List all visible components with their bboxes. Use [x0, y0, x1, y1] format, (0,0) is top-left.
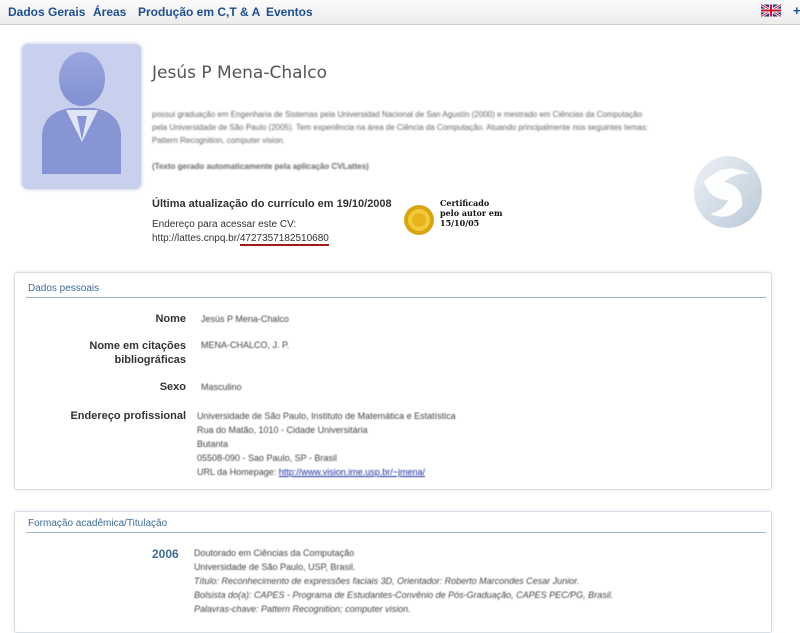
certificate-line: Certificado	[440, 198, 490, 208]
field-value-sexo: Masculino	[201, 382, 242, 392]
lattes-logo-icon	[694, 156, 762, 228]
nav-eventos[interactable]: Eventos	[266, 5, 313, 19]
nav-dados-gerais[interactable]: Dados Gerais	[8, 5, 85, 19]
summary-note: (Texto gerado automaticamente pela aplic…	[152, 162, 369, 171]
avatar-placeholder-icon	[42, 52, 121, 174]
field-label-endereco: Endereço profissional	[70, 410, 186, 422]
education-keywords: Palavras-chave: Pattern Recognition; com…	[194, 604, 411, 614]
address-line: 05508-090 - Sao Paulo, SP - Brasil	[197, 453, 337, 463]
address-line: Butanta	[197, 439, 229, 449]
profile-name: Jesús P Mena-Chalco	[152, 63, 328, 83]
certificate-line: 15/10/05	[440, 218, 480, 228]
avatar	[22, 44, 141, 189]
nav-areas[interactable]: Áreas	[93, 5, 126, 19]
field-value-nome: Jesús P Mena-Chalco	[201, 314, 289, 324]
field-label-citacoes: Nome em citações bibliográficas	[89, 340, 186, 366]
panel-divider	[26, 297, 766, 298]
education-year: 2006	[152, 547, 179, 561]
certificate-text: Certificado pelo autor em 15/10/05	[440, 198, 502, 228]
personal-data-title: Dados pessoais	[28, 283, 100, 294]
homepage-row: URL da Homepage: http://www.vision.ime.u…	[197, 467, 425, 477]
field-label-sexo: Sexo	[159, 381, 186, 393]
education-degree: Doutorado em Ciências da Computação	[194, 548, 355, 558]
certificate-seal-icon	[404, 205, 434, 235]
cv-address-id: 4727357182510680	[239, 233, 329, 246]
homepage-link[interactable]: http://www.vision.ime.usp.br/~jmena/	[279, 467, 425, 477]
homepage-label: URL da Homepage:	[197, 467, 277, 477]
uk-flag-icon[interactable]	[761, 4, 781, 17]
cv-address-label: Endereço para acessar este CV:	[152, 219, 297, 230]
cv-address-prefix: http://lattes.cnpq.br/	[152, 233, 240, 244]
top-navigation: Dados Gerais Áreas Produção em C,T & A E…	[0, 0, 800, 25]
field-label-nome: Nome	[155, 313, 186, 325]
profile-summary: possui graduação em Engenharia de Sistem…	[152, 110, 649, 145]
address-line: Rua do Matão, 1010 - Cidade Universitári…	[197, 425, 368, 435]
education-thesis: Título: Reconhecimento de expressões fac…	[194, 576, 580, 586]
education-panel	[14, 511, 772, 633]
cv-address-url[interactable]: http://lattes.cnpq.br/4727357182510680	[152, 233, 329, 246]
nav-producao[interactable]: Produção em C,T & A	[138, 5, 260, 19]
field-value-citacoes: MENA-CHALCO, J. P.	[201, 340, 290, 350]
last-update: Última atualização do currículo em 19/10…	[152, 198, 392, 210]
certificate-line: pelo autor em	[440, 208, 503, 218]
education-institution: Universidade de São Paulo, USP, Brasil.	[194, 562, 356, 572]
education-scholarship: Bolsista do(a): CAPES - Programa de Estu…	[194, 590, 614, 600]
address-line: Universidade de São Paulo, Instituto de …	[197, 411, 456, 421]
panel-divider	[26, 532, 766, 533]
more-button[interactable]: +	[793, 3, 800, 18]
education-title: Formação acadêmica/Titulação	[28, 518, 168, 529]
